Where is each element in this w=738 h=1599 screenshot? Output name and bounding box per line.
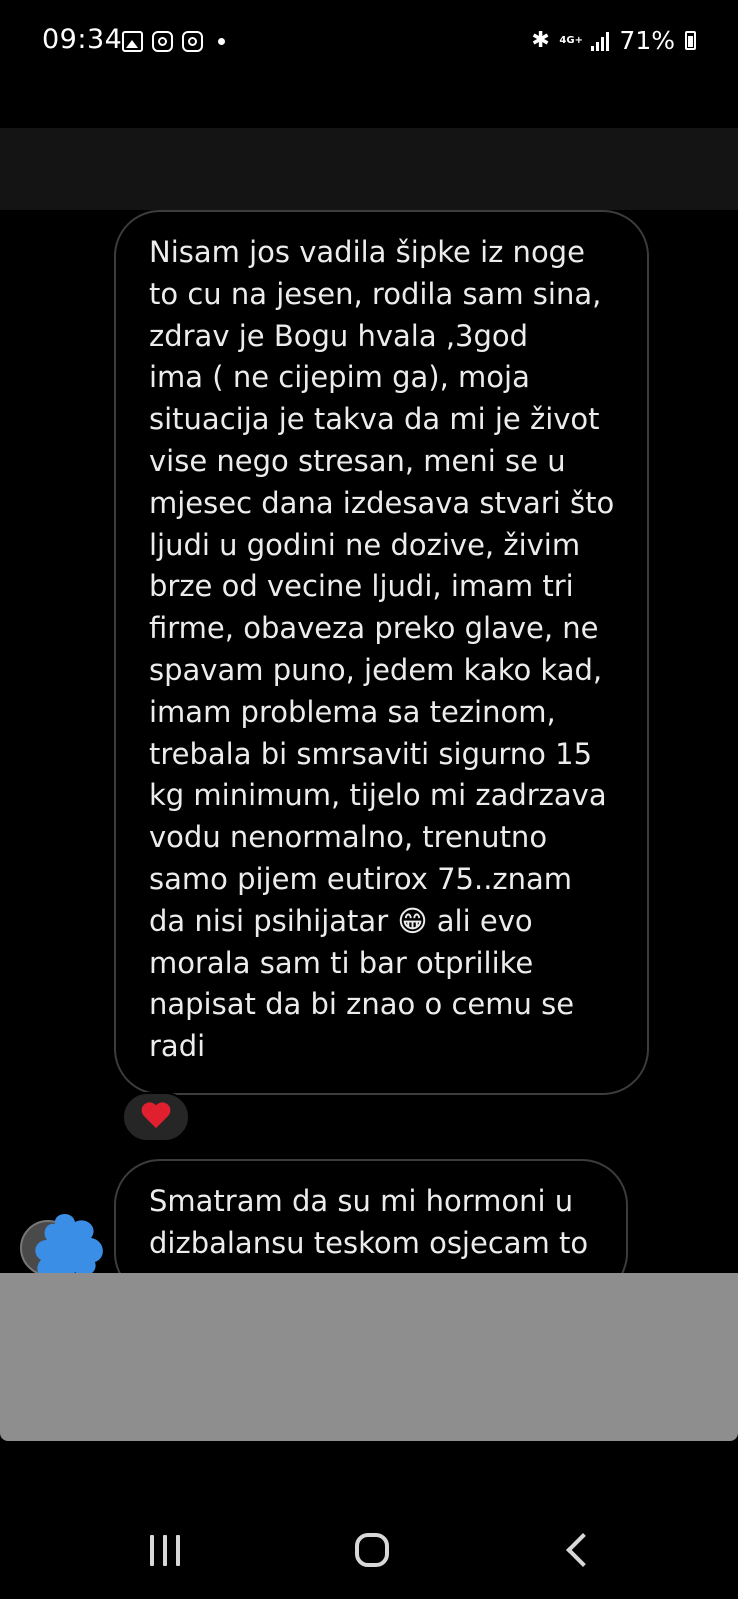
battery-icon [685,31,696,50]
network-type: 4G+ [559,34,583,46]
instagram-icon [152,31,173,52]
signal-icon [591,31,610,51]
recents-icon [150,1534,180,1566]
chat-thread[interactable]: Nisam jos vadila šipke iz noge to cu na … [0,210,738,1273]
home-button[interactable] [342,1530,402,1570]
home-icon [355,1533,389,1567]
bluetooth-icon: ✱ [531,28,550,53]
status-right: ✱ 4G+ 71% [531,26,696,55]
instagram-icon [182,31,203,52]
status-time: 09:34 [42,24,123,55]
composer-panel [0,1273,738,1441]
notification-icons [122,31,225,52]
heart-icon [141,1103,171,1131]
message-bubble[interactable]: Smatram da su mi hormoni u dizbalansu te… [114,1159,628,1273]
back-icon [566,1533,600,1567]
chat-header [0,128,738,210]
message-bubble[interactable]: Nisam jos vadila šipke iz noge to cu na … [114,210,649,1095]
recents-button[interactable] [135,1530,195,1570]
battery-percent: 71% [619,26,675,55]
reaction-badge[interactable] [122,1092,190,1142]
back-button[interactable] [548,1530,608,1570]
navigation-bar [0,1490,738,1599]
dot-icon [218,38,225,45]
gallery-icon [122,31,143,52]
status-bar: 09:34 ✱ 4G+ 71% [0,0,738,86]
redaction-scribble [35,1214,103,1273]
